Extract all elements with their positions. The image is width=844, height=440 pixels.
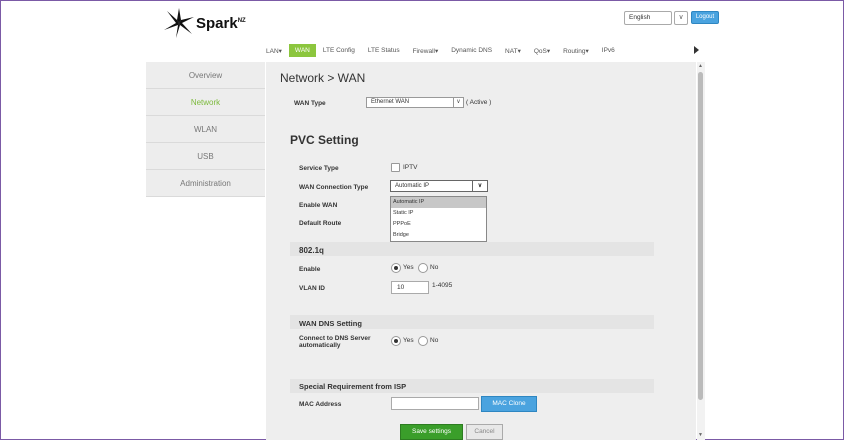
sidebar-item-usb[interactable]: USB [146,143,265,170]
cancel-button[interactable]: Cancel [466,424,503,440]
tab-lte-status[interactable]: LTE Status [368,47,400,54]
vlan-enable-yes-radio[interactable] [391,263,401,273]
vlan-enable-label: Enable [299,266,321,273]
option-automatic-ip[interactable]: Automatic IP [391,197,486,208]
tab-routing[interactable]: Routing▾ [563,47,589,55]
brand-suffix: NZ [237,17,246,24]
breadcrumb: Network > WAN [280,71,366,85]
tab-nat[interactable]: NAT▾ [505,47,521,55]
spark-star-icon [164,8,194,38]
language-select[interactable]: English [624,11,672,25]
sidebar-item-overview[interactable]: Overview [146,62,265,89]
logout-button[interactable]: Logout [691,11,719,24]
vlan-heading: 802.1q [299,246,324,255]
tab-wan[interactable]: WAN [288,44,316,57]
dns-heading: WAN DNS Setting [299,319,362,328]
option-pppoe[interactable]: PPPoE [391,219,486,230]
option-bridge[interactable]: Bridge [391,230,486,241]
save-settings-button[interactable]: Save settings [400,424,463,440]
sidebar-item-network[interactable]: Network [146,89,265,116]
chevron-down-icon[interactable]: ∨ [472,180,488,192]
scroll-up-icon[interactable]: ▲ [698,63,703,69]
spark-logo[interactable]: SparkNZ [164,7,246,39]
scrollbar-thumb[interactable] [698,72,703,400]
dns-no-label: No [430,337,439,344]
wan-type-label: WAN Type [294,100,326,107]
dns-auto-no-radio[interactable] [418,336,428,346]
mac-clone-button[interactable]: MAC Clone [481,396,537,412]
tab-lte-config[interactable]: LTE Config [323,47,355,54]
dns-auto-yes-radio[interactable] [391,336,401,346]
wan-connection-type-label: WAN Connection Type [299,184,369,191]
tab-ipv6[interactable]: IPv6 [602,47,615,54]
vlan-no-label: No [430,264,439,271]
mac-address-input[interactable] [391,397,479,410]
vlan-id-label: VLAN ID [299,285,325,292]
brand-name: SparkNZ [196,14,246,32]
dns-connect-label-2: automatically [299,342,341,349]
nav-next-icon[interactable] [694,46,699,54]
sidebar: Overview Network WLAN USB Administration [146,62,265,197]
vlan-id-input[interactable]: 10 [391,281,429,294]
chevron-down-icon[interactable]: ∨ [674,11,688,25]
isp-heading: Special Requirement from ISP [299,382,407,391]
option-static-ip[interactable]: Static IP [391,208,486,219]
wan-connection-type-select[interactable]: Automatic IP [390,180,473,192]
enable-wan-label: Enable WAN [299,202,338,209]
tab-qos[interactable]: QoS▾ [534,47,550,55]
default-route-label: Default Route [299,220,342,227]
tab-firewall[interactable]: Firewall▾ [413,47,439,55]
vlan-enable-no-radio[interactable] [418,263,428,273]
wan-type-select[interactable]: Ethernet WAN [366,97,454,108]
pvc-heading: PVC Setting [290,133,359,147]
vlan-band [290,242,654,256]
service-type-label: Service Type [299,165,339,172]
dns-yes-label: Yes [403,337,414,344]
iptv-label: IPTV [403,164,418,171]
connection-type-dropdown: Automatic IP Static IP PPPoE Bridge [390,196,487,242]
iptv-checkbox[interactable] [391,163,400,172]
sidebar-item-wlan[interactable]: WLAN [146,116,265,143]
wan-type-status: ( Active ) [466,99,492,106]
chevron-down-icon[interactable]: ∨ [453,97,464,108]
tab-dynamic-dns[interactable]: Dynamic DNS [451,47,492,54]
vlan-range-hint: 1-4095 [432,282,453,289]
vlan-yes-label: Yes [403,264,414,271]
dns-connect-label: Connect to DNS Server [299,335,371,342]
scroll-down-icon[interactable]: ▼ [698,432,703,438]
sidebar-item-administration[interactable]: Administration [146,170,265,197]
mac-address-label: MAC Address [299,401,342,408]
tab-lan[interactable]: LAN▾ [266,47,282,55]
top-nav: LAN▾ WAN LTE Config LTE Status Firewall▾ Dyna… [266,43,628,58]
